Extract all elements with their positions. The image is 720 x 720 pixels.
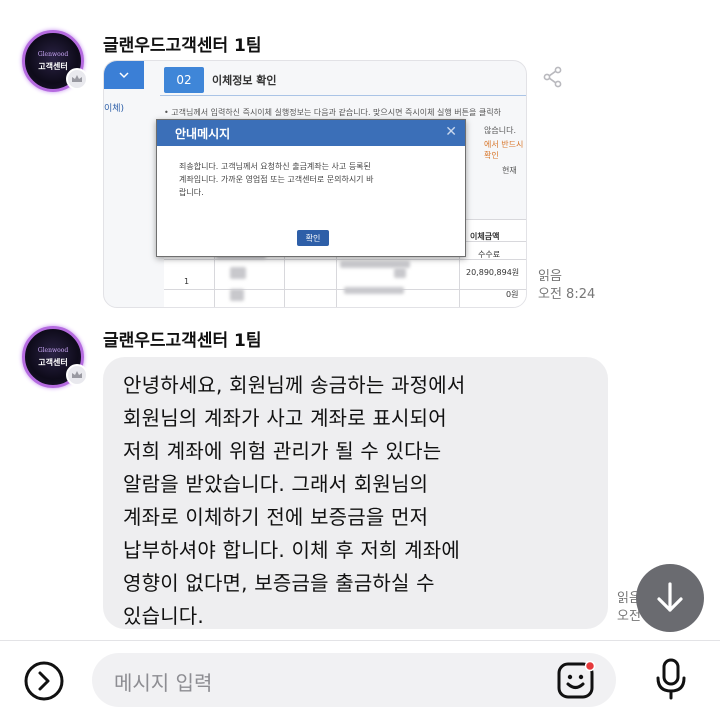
step-divider: [160, 95, 526, 96]
message-composer: 메시지 입력: [0, 641, 720, 720]
share-icon[interactable]: [542, 66, 564, 92]
crown-icon: [66, 68, 88, 90]
message-text: 안녕하세요, 회원님께 송금하는 과정에서 회원님의 계좌가 사고 계좌로 표시…: [123, 373, 466, 628]
image-message[interactable]: 이체) 02 이체정보 확인 • 고객님께서 입력하신 즉시이체 실행정보는 다…: [103, 60, 527, 308]
microphone-icon: [656, 658, 686, 700]
sender-name: 글랜우드고객센터 1팀: [103, 331, 262, 351]
chat-screen: Glenwood 고객센터 글랜우드고객센터 1팀 이체) 02 이체정보 확인…: [0, 0, 720, 720]
redacted-text: [394, 268, 406, 278]
redacted-text: [230, 289, 244, 301]
avatar-label: 고객센터: [38, 357, 68, 367]
plus-circle-icon: [24, 661, 64, 701]
close-icon: ✕: [445, 124, 457, 140]
message-input-placeholder: 메시지 입력: [114, 671, 213, 695]
emoji-button[interactable]: [556, 660, 598, 706]
crown-icon: [66, 364, 88, 386]
sender-name: 글랜우드고객센터 1팀: [103, 36, 262, 56]
message-input[interactable]: 메시지 입력: [92, 653, 616, 707]
dialog-header: 안내메시지 ✕: [157, 120, 465, 146]
avatar-label: 고객센터: [38, 61, 68, 71]
dialog-confirm-button: 확인: [297, 230, 329, 246]
dialog-title: 안내메시지: [175, 126, 231, 141]
scroll-to-bottom-button[interactable]: [636, 564, 704, 632]
step-number: 02: [164, 67, 204, 93]
arrow-down-icon: [657, 582, 683, 612]
read-status: 읽음: [538, 269, 562, 284]
microphone-button[interactable]: [654, 658, 688, 704]
table-rule: [164, 259, 526, 260]
info-line-4: 현재: [502, 166, 517, 175]
info-line-1: • 고객님께서 입력하신 즉시이체 실행정보는 다음과 같습니다. 맞으시면 즉…: [164, 108, 501, 117]
bank-side-label: 이체): [104, 104, 125, 114]
info-line-3: 에서 반드시 확인: [484, 140, 524, 160]
plus-button[interactable]: [22, 659, 66, 707]
message-meta-1: 읽음 오전 8:24: [538, 268, 595, 304]
fee-value: 0원: [506, 290, 519, 299]
redacted-text: [344, 287, 404, 294]
col-fee-header: 수수료: [478, 250, 501, 259]
info-line-2: 않습니다.: [484, 126, 516, 135]
dialog-text: 죄송합니다. 고객님께서 요청하신 출금계좌는 사고 등록된 계좌입니다. 가까…: [179, 162, 374, 197]
avatar-logo-text: Glenwood: [37, 346, 69, 354]
message-time: 오전 8:24: [538, 287, 596, 302]
redacted-text: [230, 267, 246, 279]
avatar-logo-text: Glenwood: [37, 50, 69, 58]
redacted-text: [340, 261, 410, 268]
alert-dialog: 안내메시지 ✕ 죄송합니다. 고객님께서 요청하신 출금계좌는 사고 등록된 계…: [156, 119, 466, 257]
col-amount-header: 이체금액: [470, 232, 500, 241]
step-title: 이체정보 확인: [212, 74, 277, 87]
amount-value: 20,890,894원: [466, 268, 520, 277]
row-index: 1: [184, 277, 190, 286]
text-message[interactable]: 안녕하세요, 회원님께 송금하는 과정에서 회원님의 계좌가 사고 계좌로 표시…: [103, 357, 608, 629]
bank-tab: [104, 61, 144, 89]
emoji-icon: [557, 660, 596, 699]
